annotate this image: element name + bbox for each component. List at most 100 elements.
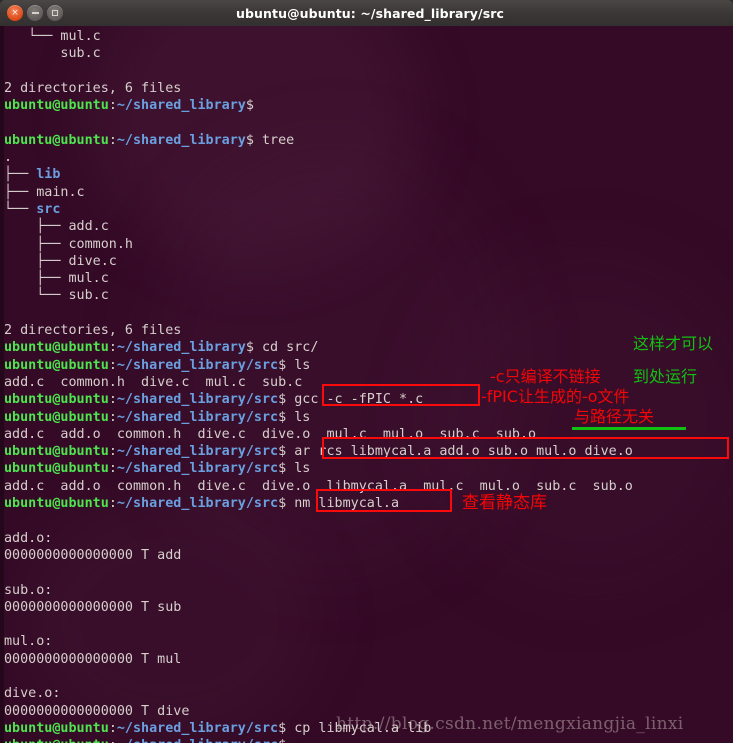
anno-fpic-line2: 与路径无关 [574,407,655,426]
prompt-path: ~/shared_library/src [116,392,279,408]
prompt-path: ~/shared_library/src [116,444,279,460]
prompt-dollar: $ [278,738,286,743]
prompt-dollar: $ [278,720,287,736]
tree-entry: ├── mul.c [4,270,733,287]
terminal-command: gcc -c -fPIC *.c [286,392,424,408]
anno-view-static-lib: 查看静态库 [462,493,547,513]
prompt-dollar: $ [278,392,287,408]
terminal-output-line: sub.c [4,46,101,62]
prompt-user: ubuntu@ubuntu [4,409,109,425]
terminal-output-line: 0000000000000000 T mul [4,651,182,667]
terminal-prompt-line: ubuntu@ubuntu:~/shared_library/src$ ar r… [4,443,733,460]
maximize-button[interactable] [47,5,63,21]
tree-branch-icon: ├── [4,184,37,200]
terminal-body[interactable]: └── mul.c sub.c 2 directories, 6 files ubu… [0,26,733,743]
prompt-separator: : [108,496,117,512]
tree-directory-name: lib [36,167,61,183]
close-icon: × [11,7,19,18]
tree-entry: ├── dive.c [4,253,733,270]
terminal-prompt-line: ubuntu@ubuntu:~/shared_library$ [4,97,733,114]
tree-branch-icon: ├── [4,253,69,269]
prompt-separator: : [108,98,117,114]
prompt-user: ubuntu@ubuntu [4,392,109,408]
minimize-icon [31,12,39,14]
prompt-separator: : [108,720,117,736]
prompt-user: ubuntu@ubuntu [4,357,109,373]
terminal-screen[interactable]: └── mul.c sub.c 2 directories, 6 files ubu… [0,26,733,743]
prompt-separator: : [108,340,117,356]
anno-works-anywhere-2: 到处运行 [633,367,698,386]
terminal-output-line: . [4,150,13,166]
prompt-dollar: $ [245,98,254,114]
terminal-output-line: sub.o: [4,582,53,598]
prompt-separator: : [108,409,117,425]
prompt-path: ~/shared_library/src [116,720,279,736]
tree-file-name: dive.c [68,253,117,269]
terminal-prompt-line: ubuntu@ubuntu:~/shared_library$ tree [4,132,733,149]
tree-entry: └── sub.c [4,287,733,304]
close-button[interactable]: × [7,5,23,21]
tree-branch-icon: ├── [4,167,37,183]
tree-entry: └── src [4,201,733,218]
terminal-output-line: mul.o: [4,634,53,650]
prompt-user: ubuntu@ubuntu [4,738,109,743]
terminal-command: cd src/ [253,340,319,356]
terminal-prompt-line: ubuntu@ubuntu:~/shared_library/src$ [4,737,733,743]
terminal-command: tree [253,132,295,148]
prompt-user: ubuntu@ubuntu [4,496,109,512]
tree-file-name: mul.c [68,271,109,287]
terminal-output-line: 0000000000000000 T add [4,547,182,563]
terminal-prompt-line: ubuntu@ubuntu:~/shared_library/src$ ls [4,357,733,374]
prompt-path: ~/shared_library [116,132,246,148]
prompt-dollar: $ [278,409,287,425]
tree-entry: ├── lib [4,166,733,183]
maximize-icon [52,10,58,16]
anno-c-flag: -c只编译不链接 [490,367,601,386]
watermark-text: http://blog.csdn.net/mengxiangjia_linxi [336,714,684,734]
terminal-command: ls [286,409,311,425]
tree-branch-icon: ├── [4,219,69,235]
tree-branch-icon: └── [4,288,69,304]
tree-entry: ├── common.h [4,236,733,253]
tree-entry: ├── add.c [4,218,733,235]
prompt-dollar: $ [245,340,254,356]
anno-fpic-line1: -fPIC让生成的-o文件 [481,387,630,406]
prompt-user: ubuntu@ubuntu [4,132,109,148]
tree-branch-icon: ├── [4,236,69,252]
terminal-prompt-line: ubuntu@ubuntu:~/shared_library/src$ ls [4,460,733,477]
prompt-user: ubuntu@ubuntu [4,98,109,114]
prompt-user: ubuntu@ubuntu [4,340,109,356]
prompt-dollar: $ [278,461,287,477]
terminal-command: nm libmycal.a [286,496,400,512]
tree-file-name: main.c [36,184,85,200]
prompt-path: ~/shared_library/src [117,738,278,743]
terminal-command: ls [286,357,311,373]
terminal-output-line: dive.o: [4,686,61,702]
prompt-path: ~/shared_library/src [116,357,279,373]
minimize-button[interactable] [27,5,43,21]
prompt-separator: : [108,132,117,148]
prompt-dollar: $ [278,357,287,373]
prompt-path: ~/shared_library [116,340,246,356]
terminal-window: × ubuntu@ubuntu: ~/shared_library/src └─… [0,0,733,743]
tree-file-name: common.h [68,236,134,252]
prompt-dollar: $ [278,444,287,460]
prompt-dollar: $ [245,132,254,148]
terminal-output-line: 2 directories, 6 files [4,323,182,339]
terminal-output-line: add.c add.o common.h dive.c dive.o libmy… [4,478,633,494]
prompt-user: ubuntu@ubuntu [4,720,109,736]
prompt-separator: : [108,461,117,477]
tree-file-name: add.c [68,219,109,235]
tree-branch-icon: └── [4,201,37,217]
terminal-output-line: └── mul.c [4,29,101,44]
window-title: ubuntu@ubuntu: ~/shared_library/src [235,5,505,21]
terminal-output-line: 2 directories, 6 files [4,80,182,96]
terminal-output-line: add.o: [4,530,53,546]
terminal-prompt-line: ubuntu@ubuntu:~/shared_library/src$ nm l… [4,495,733,512]
